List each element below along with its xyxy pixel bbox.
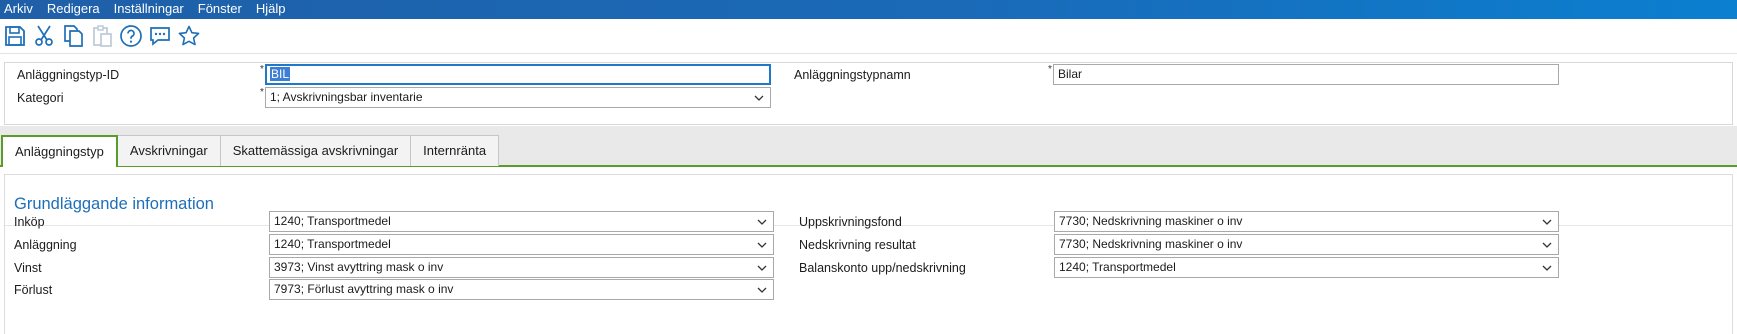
comment-icon — [149, 27, 170, 46]
select-balanskonto[interactable]: 1240; Transportmedel — [1054, 257, 1559, 278]
chevron-down-icon — [754, 95, 764, 101]
category-value: 1; Avskrivningsbar inventarie — [270, 90, 423, 104]
help-button[interactable] — [116, 21, 145, 51]
save-button[interactable] — [0, 21, 29, 51]
select-inkop[interactable]: 1240; Transportmedel — [269, 211, 774, 232]
field-label-inkop: Inköp — [14, 215, 45, 229]
select-nedskrivning-resultat[interactable]: 7730; Nedskrivning maskiner o inv — [1054, 234, 1559, 255]
required-marker: * — [260, 87, 264, 98]
field-label-vinst: Vinst — [14, 261, 42, 275]
field-label-anlaggning: Anläggning — [14, 238, 77, 252]
category-label: Kategori — [17, 91, 64, 105]
select-value: 7730; Nedskrivning maskiner o inv — [1059, 237, 1243, 251]
cut-icon — [34, 25, 53, 46]
cut-button[interactable] — [29, 21, 58, 51]
chevron-down-icon — [757, 242, 767, 248]
section-title: Grundläggande information — [14, 195, 214, 213]
tab-avskrivningar[interactable]: Avskrivningar — [116, 135, 221, 166]
select-value: 3973; Vinst avyttring mask o inv — [274, 260, 444, 274]
field-label-uppskrivningsfond: Uppskrivningsfond — [799, 215, 902, 229]
select-anlaggning[interactable]: 1240; Transportmedel — [269, 234, 774, 255]
field-label-balanskonto: Balanskonto upp/nedskrivning — [799, 261, 966, 275]
chevron-down-icon — [1542, 242, 1552, 248]
chevron-down-icon — [1542, 265, 1552, 271]
copy-icon — [63, 25, 83, 47]
star-icon — [178, 25, 199, 46]
chevron-down-icon — [1542, 219, 1552, 225]
menu-installningar[interactable]: Inställningar — [108, 0, 192, 19]
chevron-down-icon — [757, 219, 767, 225]
field-label-forlust: Förlust — [14, 283, 53, 297]
help-icon — [119, 25, 142, 47]
tab-internranta[interactable]: Internränta — [410, 135, 500, 166]
favorite-button[interactable] — [174, 21, 203, 51]
menu-arkiv[interactable]: Arkiv — [0, 0, 41, 19]
select-value: 1240; Transportmedel — [274, 237, 391, 251]
chevron-down-icon — [757, 287, 767, 293]
select-forlust[interactable]: 7973; Förlust avyttring mask o inv — [269, 279, 774, 300]
copy-button[interactable] — [58, 21, 87, 51]
type-name-field[interactable]: Bilar — [1053, 64, 1559, 85]
paste-icon — [92, 25, 112, 47]
menu-hjalp[interactable]: Hjälp — [250, 0, 294, 19]
menu-fonster[interactable]: Fönster — [192, 0, 250, 19]
select-vinst[interactable]: 3973; Vinst avyttring mask o inv — [269, 257, 774, 278]
required-marker: * — [260, 64, 264, 75]
select-uppskrivningsfond[interactable]: 7730; Nedskrivning maskiner o inv — [1054, 211, 1559, 232]
save-icon — [4, 26, 25, 46]
required-marker: * — [1048, 64, 1052, 75]
type-name-value: Bilar — [1058, 67, 1083, 81]
comment-button[interactable] — [145, 21, 174, 51]
type-id-label: Anläggningstyp-ID — [17, 68, 120, 82]
type-id-field[interactable]: BIL — [265, 64, 771, 85]
select-value: 1240; Transportmedel — [274, 214, 391, 228]
field-label-nedskrivning-resultat: Nedskrivning resultat — [799, 238, 916, 252]
menu-bar: Arkiv Redigera Inställningar Fönster Hjä… — [0, 0, 1737, 19]
tab-anlaggningstyp[interactable]: Anläggningstyp — [1, 135, 118, 167]
select-value: 7973; Förlust avyttring mask o inv — [274, 282, 454, 296]
select-value: 1240; Transportmedel — [1059, 260, 1176, 274]
toolbar — [0, 19, 1737, 54]
header-form: Anläggningstyp-ID * BIL Kategori * 1; Av… — [4, 62, 1733, 125]
chevron-down-icon — [757, 265, 767, 271]
paste-button[interactable] — [87, 21, 116, 51]
content-panel: Grundläggande information Inköp 1240; Tr… — [4, 174, 1733, 334]
tab-strip: Anläggningstyp Avskrivningar Skattemässi… — [0, 135, 500, 167]
category-select[interactable]: 1; Avskrivningsbar inventarie — [265, 87, 771, 108]
type-name-label: Anläggningstypnamn — [794, 68, 911, 82]
menu-redigera[interactable]: Redigera — [41, 0, 108, 19]
select-value: 7730; Nedskrivning maskiner o inv — [1059, 214, 1243, 228]
tab-skattemassiga-avskrivningar[interactable]: Skattemässiga avskrivningar — [219, 135, 412, 166]
type-id-value: BIL — [270, 67, 291, 81]
